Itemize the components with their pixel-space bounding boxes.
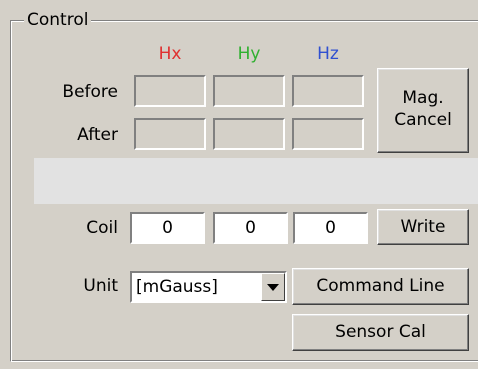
before-hx-field: [134, 75, 206, 107]
chevron-down-icon: [267, 283, 279, 291]
coil-hy-input[interactable]: 0: [213, 212, 288, 244]
after-hz-field: [292, 118, 364, 150]
before-hz-field: [292, 75, 364, 107]
command-line-button[interactable]: Command Line: [292, 268, 469, 305]
control-group-title: Control: [24, 10, 92, 30]
unit-label: Unit: [83, 276, 118, 296]
mag-cancel-button[interactable]: Mag. Cancel: [377, 68, 469, 153]
after-hx-field: [134, 118, 206, 150]
unit-select-value: [mGauss]: [136, 277, 218, 297]
after-label: After: [77, 125, 118, 145]
before-label: Before: [62, 82, 118, 102]
write-button[interactable]: Write: [377, 209, 469, 245]
before-hy-field: [213, 75, 285, 107]
sensor-cal-button[interactable]: Sensor Cal: [292, 314, 469, 351]
coil-label: Coil: [86, 218, 118, 238]
after-hy-field: [213, 118, 285, 150]
coil-hx-input[interactable]: 0: [130, 212, 205, 244]
unit-select[interactable]: [mGauss]: [130, 271, 287, 303]
mag-cancel-label-line2: Cancel: [394, 110, 452, 130]
header-hz: Hz: [317, 44, 339, 64]
unit-dropdown-button[interactable]: [261, 273, 285, 301]
status-bar: [34, 158, 478, 204]
coil-hz-input[interactable]: 0: [293, 212, 368, 244]
header-hx: Hx: [158, 44, 182, 64]
header-hy: Hy: [237, 44, 261, 64]
mag-cancel-label-line1: Mag.: [402, 88, 444, 108]
